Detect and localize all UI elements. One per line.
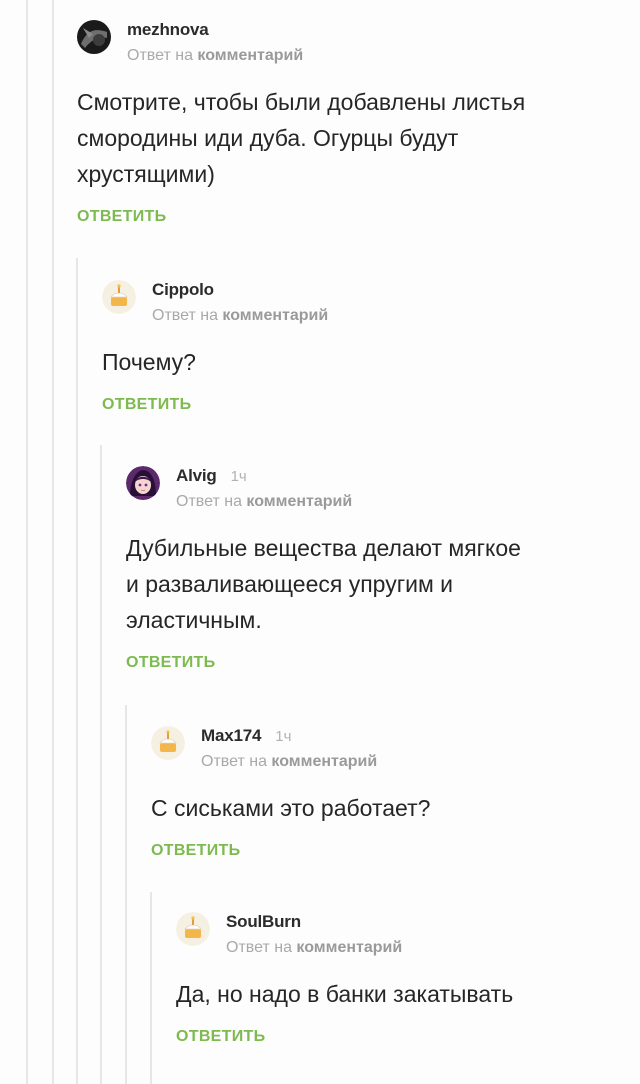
- default-cake-avatar-icon: [102, 280, 136, 314]
- reply-to-prefix: Ответ на: [201, 753, 267, 770]
- comment-header: mezhnova Ответ на комментарий: [77, 20, 525, 66]
- comment-header: Alvig 1ч Ответ на комментарий: [126, 466, 521, 512]
- comment-text-line: Почему?: [102, 349, 196, 375]
- dark-photo-avatar-icon: [77, 20, 111, 54]
- default-cake-avatar-icon: [151, 726, 185, 760]
- author-name[interactable]: Max174: [201, 726, 261, 745]
- avatar[interactable]: [176, 912, 210, 946]
- reply-to-link[interactable]: комментарий: [271, 753, 377, 770]
- reply-to-prefix: Ответ на: [226, 939, 292, 956]
- timestamp: 1ч: [230, 468, 247, 485]
- reply-to-meta: Ответ на комментарий: [127, 46, 303, 66]
- author-line: Max174 1ч: [201, 726, 291, 747]
- comment: SoulBurn Ответ на комментарий Да, но над…: [176, 912, 513, 1046]
- author-line: Alvig 1ч: [176, 466, 247, 487]
- comment: Max174 1ч Ответ на комментарий С сиськами…: [151, 726, 430, 860]
- avatar[interactable]: [102, 280, 136, 314]
- thread-line[interactable]: [150, 892, 152, 1084]
- author-line: Cippolo: [152, 280, 214, 300]
- author-line: mezhnova: [127, 20, 209, 40]
- reply-button[interactable]: ОТВЕТИТЬ: [151, 842, 240, 860]
- reply-to-link[interactable]: комментарий: [222, 307, 328, 324]
- author-name[interactable]: Alvig: [176, 466, 217, 485]
- reply-to-prefix: Ответ на: [176, 493, 242, 510]
- comment: Cippolo Ответ на комментарий Почему? ОТВ…: [102, 280, 328, 414]
- reply-to-link[interactable]: комментарий: [296, 939, 402, 956]
- thread-line[interactable]: [125, 705, 127, 1084]
- thread-line[interactable]: [26, 0, 28, 1084]
- author-line: SoulBurn: [226, 912, 301, 932]
- comment-text: С сиськами это работает?: [151, 790, 430, 826]
- comment-header: Max174 1ч Ответ на комментарий: [151, 726, 430, 772]
- reply-button[interactable]: ОТВЕТИТЬ: [176, 1028, 265, 1046]
- timestamp: 1ч: [275, 728, 292, 745]
- comment-text: Почему?: [102, 344, 196, 380]
- reply-to-meta: Ответ на комментарий: [201, 752, 377, 772]
- avatar[interactable]: [126, 466, 160, 500]
- comment-thread-page: mezhnova Ответ на комментарий Смотрите, …: [0, 0, 640, 1084]
- comment-text: Да, но надо в банки закатывать: [176, 976, 513, 1012]
- avatar[interactable]: [77, 20, 111, 54]
- comment-text-line: Да, но надо в банки закатывать: [176, 981, 514, 1007]
- comment-text-line: смородины иди дуба. Огурцы будут: [77, 125, 459, 151]
- thread-line[interactable]: [76, 258, 78, 1084]
- comment-header: Cippolo Ответ на комментарий: [102, 280, 328, 326]
- default-cake-avatar-icon: [176, 912, 210, 946]
- comment-text-line: Дубильные вещества делают мягкое: [126, 535, 521, 561]
- author-name[interactable]: mezhnova: [127, 20, 209, 39]
- comment-header: SoulBurn Ответ на комментарий: [176, 912, 513, 958]
- author-name[interactable]: Cippolo: [152, 280, 214, 299]
- author-name[interactable]: SoulBurn: [226, 912, 301, 931]
- comment-text-line: эластичным.: [126, 607, 262, 633]
- reply-to-prefix: Ответ на: [127, 47, 193, 64]
- reply-button[interactable]: ОТВЕТИТЬ: [77, 208, 166, 226]
- comment-text-line: С сиськами это работает?: [151, 795, 431, 821]
- avatar[interactable]: [151, 726, 185, 760]
- thread-line[interactable]: [52, 0, 54, 1084]
- comment-text-line: Смотрите, чтобы были добавлены листья: [77, 89, 526, 115]
- reply-button[interactable]: ОТВЕТИТЬ: [102, 396, 191, 414]
- anime-girl-avatar-icon: [126, 466, 160, 500]
- reply-to-meta: Ответ на комментарий: [152, 306, 328, 326]
- reply-to-link[interactable]: комментарий: [197, 47, 303, 64]
- comment-text: Дубильные вещества делают мягкое и разва…: [126, 530, 521, 638]
- comment-text: Смотрите, чтобы были добавлены листья см…: [77, 84, 525, 192]
- comment-text-line: хрустящими): [77, 161, 215, 187]
- comment: mezhnova Ответ на комментарий Смотрите, …: [77, 20, 525, 226]
- reply-to-link[interactable]: комментарий: [246, 493, 352, 510]
- reply-button[interactable]: ОТВЕТИТЬ: [126, 654, 215, 672]
- reply-to-prefix: Ответ на: [152, 307, 218, 324]
- reply-to-meta: Ответ на комментарий: [226, 938, 402, 958]
- reply-to-meta: Ответ на комментарий: [176, 492, 352, 512]
- thread-line[interactable]: [100, 445, 102, 1084]
- comment-text-line: и разваливающееся упругим и: [126, 571, 453, 597]
- comment: Alvig 1ч Ответ на комментарий Дубильные в…: [126, 466, 521, 672]
